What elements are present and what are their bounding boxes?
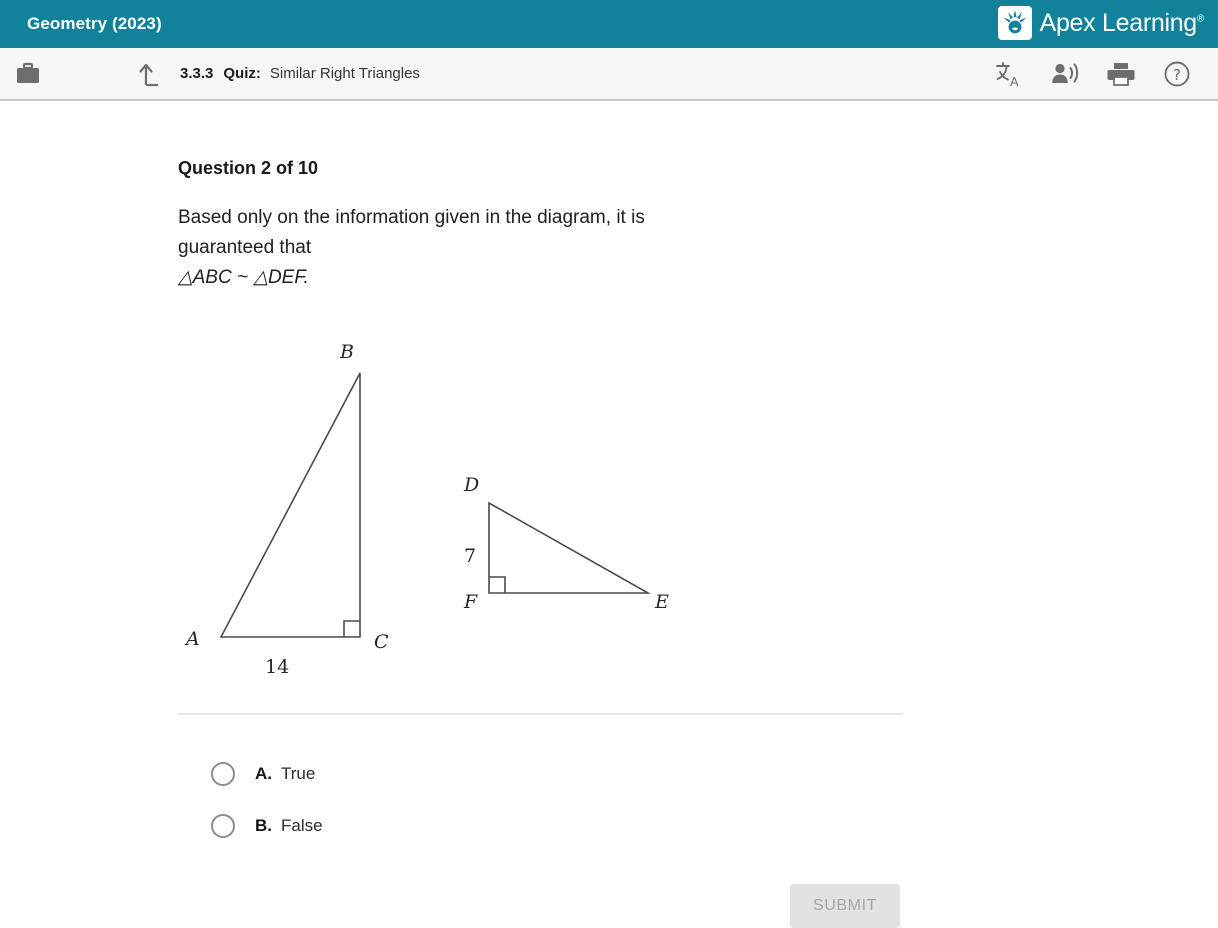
lesson-type: Quiz: (223, 65, 261, 82)
right-angle-marker-f (489, 576, 506, 593)
answer-choice-b[interactable]: B. False (178, 800, 323, 852)
answer-choice-list: A. True B. False (178, 748, 323, 852)
vertex-label-a: A (184, 628, 200, 650)
read-aloud-icon[interactable] (1050, 59, 1080, 89)
top-header-bar: Geometry (2023) Apex Learning® (0, 0, 1218, 48)
question-prompt-line2: guaranteed that (178, 237, 312, 258)
right-angle-marker-c (343, 620, 360, 637)
submit-button[interactable]: SUBMIT (790, 884, 900, 928)
page-title: Question 2 of 10 (178, 158, 319, 178)
help-icon[interactable]: ? (1162, 59, 1192, 89)
answer-letter-a: A. (255, 764, 272, 783)
side-label-ac: 14 (265, 656, 289, 678)
question-prompt-math: △ABC ~ △DEF. (178, 267, 309, 288)
vertex-label-f: F (463, 591, 478, 613)
vertex-label-d: D (463, 474, 479, 496)
vertex-label-e: E (654, 591, 669, 613)
brand-name: Apex Learning® (1039, 8, 1205, 38)
radio-button-a[interactable] (211, 762, 235, 786)
print-icon[interactable] (1106, 59, 1136, 89)
question-content-area: Question 2 of 10 Based only on the infor… (0, 103, 1218, 918)
radio-button-b[interactable] (211, 814, 235, 838)
question-prompt: Based only on the information given in t… (178, 203, 828, 293)
vertex-label-c: C (374, 631, 389, 653)
briefcase-icon[interactable] (15, 61, 41, 87)
answer-text-b: False (281, 816, 323, 835)
lesson-toolbar: 3.3.3 Quiz: Similar Right Triangles A ? (0, 48, 1218, 101)
up-one-level-arrow-icon[interactable] (137, 60, 165, 88)
answer-choice-a[interactable]: A. True (178, 748, 323, 800)
answer-letter-b: B. (255, 816, 272, 835)
section-divider (178, 713, 903, 715)
apex-sunburst-logo-icon (997, 6, 1032, 40)
translate-icon[interactable]: A (994, 59, 1024, 89)
brand-logo: Apex Learning® (997, 6, 1205, 40)
lesson-name: Similar Right Triangles (269, 65, 420, 82)
brand-name-text: Apex Learning (1039, 8, 1198, 37)
side-label-df: 7 (464, 545, 476, 567)
brand-trademark: ® (1196, 13, 1204, 25)
answer-text-a: True (281, 764, 316, 783)
vertex-label-b: B (339, 341, 354, 363)
svg-text:?: ? (1173, 66, 1181, 84)
svg-text:A: A (1010, 74, 1019, 88)
lesson-number: 3.3.3 (180, 65, 214, 82)
toolbar-icon-group: A ? (994, 59, 1192, 89)
triangle-abc (219, 372, 361, 638)
course-title: Geometry (2023) (27, 14, 162, 33)
question-prompt-line1: Based only on the information given in t… (178, 207, 645, 228)
triangle-def (488, 501, 652, 594)
